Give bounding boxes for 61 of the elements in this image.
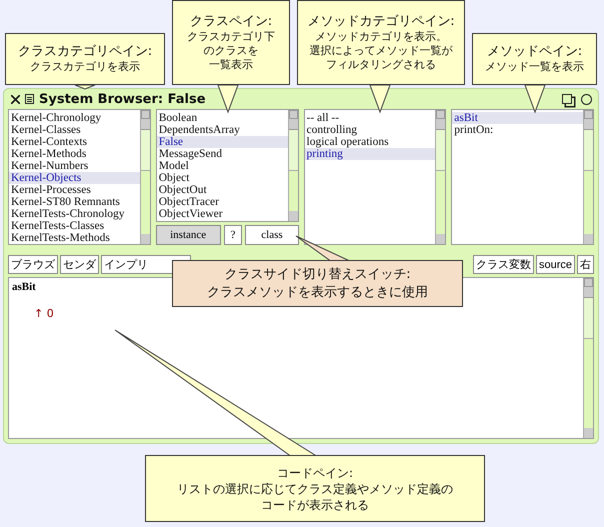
list-item[interactable]: Kernel-Contexts (9, 136, 140, 148)
toolbar-button[interactable]: 右 (577, 255, 594, 274)
list-item[interactable]: ObjectOut (156, 184, 288, 196)
callout-text: クラスカテゴリ下 (187, 30, 275, 44)
list-item[interactable]: Boolean (156, 112, 288, 124)
scrollbar[interactable] (140, 110, 150, 244)
list-item[interactable]: Kernel-Classes (9, 124, 140, 136)
callout-title: クラスペイン: (190, 14, 272, 30)
window-title: System Browser: False (39, 92, 206, 106)
toolbar-button[interactable]: ブラウズ (8, 255, 58, 274)
callout-text: コードが表示される (261, 496, 369, 512)
callout-text: 一覧表示 (209, 58, 253, 72)
callout-title: クラスカテゴリペイン: (18, 44, 152, 60)
expand-icon[interactable] (581, 94, 592, 104)
list-item[interactable]: KernelTests-Methods (9, 232, 140, 244)
close-icon[interactable] (11, 94, 20, 104)
list-item[interactable]: controlling (304, 124, 436, 136)
list-item[interactable]: Model (156, 160, 288, 172)
list-item[interactable]: -- all -- (304, 112, 436, 124)
list-item[interactable]: DependentsArray (156, 124, 288, 136)
toolbar-button[interactable]: クラス変数 (472, 255, 534, 274)
list-item[interactable]: KernelTests-Classes (9, 220, 140, 232)
list-item[interactable]: Kernel-Objects (9, 172, 140, 184)
callout-text: リストの選択に応じてクラス定義やメソッド定義の (177, 480, 453, 496)
list-item[interactable]: Kernel-Processes (9, 184, 140, 196)
list-item[interactable]: Object (156, 172, 288, 184)
list-item[interactable]: ObjectViewer (156, 208, 288, 220)
list-item[interactable]: False (156, 136, 288, 148)
toolbar-button[interactable]: センダ (60, 255, 99, 274)
scrollbar[interactable] (583, 110, 593, 244)
list-item[interactable]: logical operations (304, 136, 436, 148)
callout-text: フィルタリングされる (326, 58, 436, 72)
callout-text: 選択によってメソッド一覧が (310, 44, 452, 58)
callout-title: メソッドペイン: (486, 44, 582, 60)
list-item[interactable]: printing (304, 148, 436, 160)
list-item[interactable]: printOn: (452, 124, 583, 136)
list-item[interactable]: Kernel-Methods (9, 148, 140, 160)
class-side-button[interactable]: class (245, 225, 298, 245)
list-item[interactable]: Kernel-Chronology (9, 112, 140, 124)
scrollbar[interactable] (288, 110, 298, 221)
scrollbar[interactable] (435, 110, 446, 244)
list-item[interactable]: Kernel-Numbers (9, 160, 140, 172)
callout-text: メソッドカテゴリを表示。 (315, 30, 447, 44)
callout-title: コードペイン: (276, 464, 354, 480)
callout-text: のクラスを (204, 44, 258, 58)
list-item[interactable]: asBit (452, 112, 583, 124)
callout-text: クラスメソッドを表示するときに使用 (207, 284, 428, 302)
class-side-button[interactable]: instance (156, 225, 221, 245)
class-side-button[interactable]: ? (224, 225, 242, 245)
callout-text: クラスカテゴリを表示 (30, 60, 140, 74)
menu-icon[interactable] (25, 94, 34, 104)
method-selector: asBit (12, 281, 36, 293)
scrollbar[interactable] (583, 278, 593, 438)
list-item[interactable]: ObjectTracer (156, 196, 288, 208)
list-item[interactable]: Kernel-ST80 Remnants (9, 196, 140, 208)
callout-title: メソッドカテゴリペイン: (307, 14, 455, 30)
toolbar-button[interactable]: source (536, 255, 575, 274)
list-item[interactable]: KernelTests-Chronology (9, 208, 140, 220)
method-body: ↑ 0 (34, 307, 54, 320)
callout-text: メソッド一覧を表示 (485, 60, 584, 74)
list-item[interactable]: MessageSend (156, 148, 288, 160)
